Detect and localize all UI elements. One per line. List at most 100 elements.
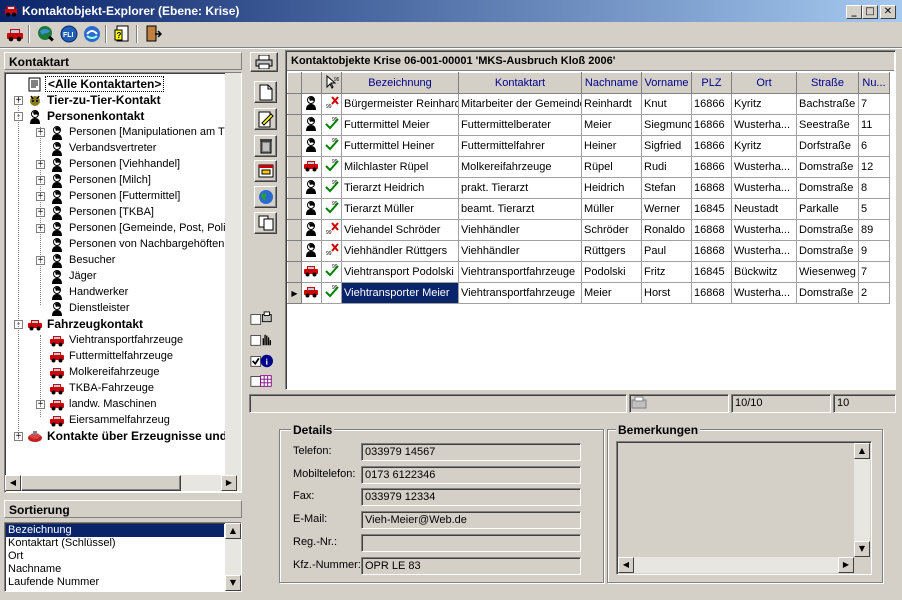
table-cell[interactable]: Heidrich (581, 177, 642, 199)
card-view-button[interactable] (254, 160, 277, 182)
table-cell[interactable]: Siegmund (641, 114, 692, 136)
column-header[interactable]: Vorname (641, 72, 692, 94)
table-cell[interactable]: Wusterha... (731, 240, 797, 262)
table-cell[interactable]: Bürgermeister Reinhardt (341, 93, 459, 115)
table-cell[interactable]: 8 (858, 177, 890, 199)
table-cell[interactable]: Kyritz (731, 93, 797, 115)
close-button[interactable]: ✕ (880, 5, 896, 19)
table-cell[interactable]: 16845 (691, 198, 732, 220)
scroll-left-button[interactable]: ◀ (5, 475, 21, 491)
car-tool-button[interactable] (4, 23, 26, 45)
detail-value-field[interactable]: 033979 12334 (361, 488, 581, 507)
tree-node[interactable]: Personen [TKBA] (49, 204, 156, 220)
table-cell[interactable]: Viehtransport Podolski (341, 261, 459, 283)
tree-node[interactable]: Verbandsvertreter (49, 140, 158, 156)
table-cell[interactable]: Stefan (641, 177, 692, 199)
table-cell[interactable]: Viehhändler Rüttgers (341, 240, 459, 262)
table-row[interactable]: ▶ 99 Viehtransporter Meier Viehtransportfah… (287, 282, 890, 304)
detail-value-field[interactable]: 0173 6122346 (361, 465, 581, 484)
table-row[interactable]: 99 Milchlaster Rüpel Molkereifahrzeuge Rüpe… (287, 156, 890, 178)
tree-node[interactable]: Jäger (49, 268, 99, 284)
sort-option[interactable]: Bezeichnung (6, 524, 224, 537)
help-tool-button[interactable]: ? (111, 23, 133, 45)
tree-node[interactable]: TKBA-Fahrzeuge (49, 380, 156, 396)
sort-option[interactable]: Laufende Nummer (6, 576, 224, 589)
table-cell[interactable]: Bachstraße (796, 93, 859, 115)
tree-node[interactable]: Tier-zu-Tier-Kontakt (27, 92, 163, 108)
exit-tool-button[interactable] (142, 23, 164, 45)
tree-node[interactable]: Dienstleister (49, 300, 132, 316)
table-cell[interactable]: Bückwitz (731, 261, 797, 283)
table-cell[interactable]: 16868 (691, 177, 732, 199)
table-row[interactable]: 99 Bürgermeister Reinhardt Mitarbeiter der… (287, 93, 890, 115)
table-cell[interactable]: Mitarbeiter der Gemeinde (458, 93, 582, 115)
tree-node[interactable]: Personenkontakt (27, 108, 146, 124)
table-cell[interactable]: Ronaldo (641, 219, 692, 241)
table-cell[interactable]: Neustadt (731, 198, 797, 220)
table-cell[interactable]: 11 (858, 114, 890, 136)
tree-node[interactable]: <Alle Kontaktarten> (27, 76, 165, 92)
print-button[interactable] (250, 52, 278, 72)
table-cell[interactable]: Viehtransportfahrzeuge (458, 261, 582, 283)
table-cell[interactable]: Meier (581, 114, 642, 136)
tree-node[interactable]: Personen [Viehhandel] (49, 156, 182, 172)
detail-value-field[interactable] (361, 533, 581, 552)
table-cell[interactable]: Futtermittel Meier (341, 114, 459, 136)
table-cell[interactable]: Rüpel (581, 156, 642, 178)
column-header[interactable]: Kontaktart (458, 72, 582, 94)
table-cell[interactable]: Müller (581, 198, 642, 220)
edit-record-button[interactable] (254, 108, 277, 130)
table-cell[interactable]: 16868 (691, 240, 732, 262)
table-cell[interactable]: Wiesenweg (796, 261, 859, 283)
table-cell[interactable]: Sigfried (641, 135, 692, 157)
sync-tool-button[interactable] (81, 23, 103, 45)
tree-node[interactable]: Personen [Milch] (49, 172, 153, 188)
scroll-thumb[interactable] (21, 475, 181, 491)
sort-option[interactable]: Nachname (6, 563, 224, 576)
table-cell[interactable]: Domstraße (796, 156, 859, 178)
detail-value-field[interactable]: Vieh-Meier@Web.de (361, 511, 581, 530)
scroll-right-button[interactable]: ▶ (221, 475, 237, 491)
table-cell[interactable]: 7 (858, 93, 890, 115)
table-cell[interactable]: Viehandel Schröder (341, 219, 459, 241)
table-cell[interactable]: Futtermittel Heiner (341, 135, 459, 157)
table-cell[interactable]: Heiner (581, 135, 642, 157)
table-cell[interactable]: Viehhändler (458, 240, 582, 262)
column-header[interactable]: PLZ (691, 72, 732, 94)
table-cell[interactable]: Domstraße (796, 177, 859, 199)
table-cell[interactable]: 6 (858, 135, 890, 157)
table-cell[interactable]: Viehhändler (458, 219, 582, 241)
table-cell[interactable]: Paul (641, 240, 692, 262)
tree-node[interactable]: Personen [Manipulationen am Tier] (49, 124, 225, 140)
table-cell[interactable]: Podolski (581, 261, 642, 283)
remarks-hscroll[interactable]: ◀ ▶ (618, 557, 854, 573)
table-cell[interactable]: Rudi (641, 156, 692, 178)
table-cell[interactable]: Wusterha... (731, 177, 797, 199)
delete-record-button[interactable] (254, 135, 277, 157)
table-cell[interactable]: Tierarzt Müller (341, 198, 459, 220)
table-cell[interactable]: 7 (858, 261, 890, 283)
table-cell[interactable]: 16868 (691, 282, 732, 304)
table-cell[interactable]: Futtermittelfahrer (458, 135, 582, 157)
table-cell[interactable]: Domstraße (796, 219, 859, 241)
table-cell[interactable]: Domstraße (796, 282, 859, 304)
copy-button[interactable] (254, 212, 277, 234)
sort-option[interactable]: Ort (6, 550, 224, 563)
table-row[interactable]: 99 Futtermittel Heiner Futtermittelfahrer H… (287, 135, 890, 157)
table-cell[interactable]: 12 (858, 156, 890, 178)
tree-vertical-scrollbar[interactable] (225, 73, 241, 476)
table-cell[interactable]: Rüttgers (581, 240, 642, 262)
map-button[interactable] (254, 186, 277, 208)
status-header[interactable]: 99 (321, 72, 342, 94)
table-cell[interactable]: beamt. Tierarzt (458, 198, 582, 220)
hand-toggle[interactable] (250, 329, 273, 351)
detail-value-field[interactable]: 033979 14567 (361, 443, 581, 461)
minimize-button[interactable]: _ (846, 5, 862, 19)
tree-node[interactable]: Personen [Gemeinde, Post, Polizei] (49, 220, 225, 236)
tree-node[interactable]: Fahrzeugkontakt (27, 316, 145, 332)
tree-node[interactable]: Futtermittelfahrzeuge (49, 348, 175, 364)
search-tool-button[interactable] (35, 23, 57, 45)
table-cell[interactable]: Schröder (581, 219, 642, 241)
table-toggle[interactable] (250, 370, 273, 392)
column-header[interactable]: Bezeichnung (341, 72, 459, 94)
